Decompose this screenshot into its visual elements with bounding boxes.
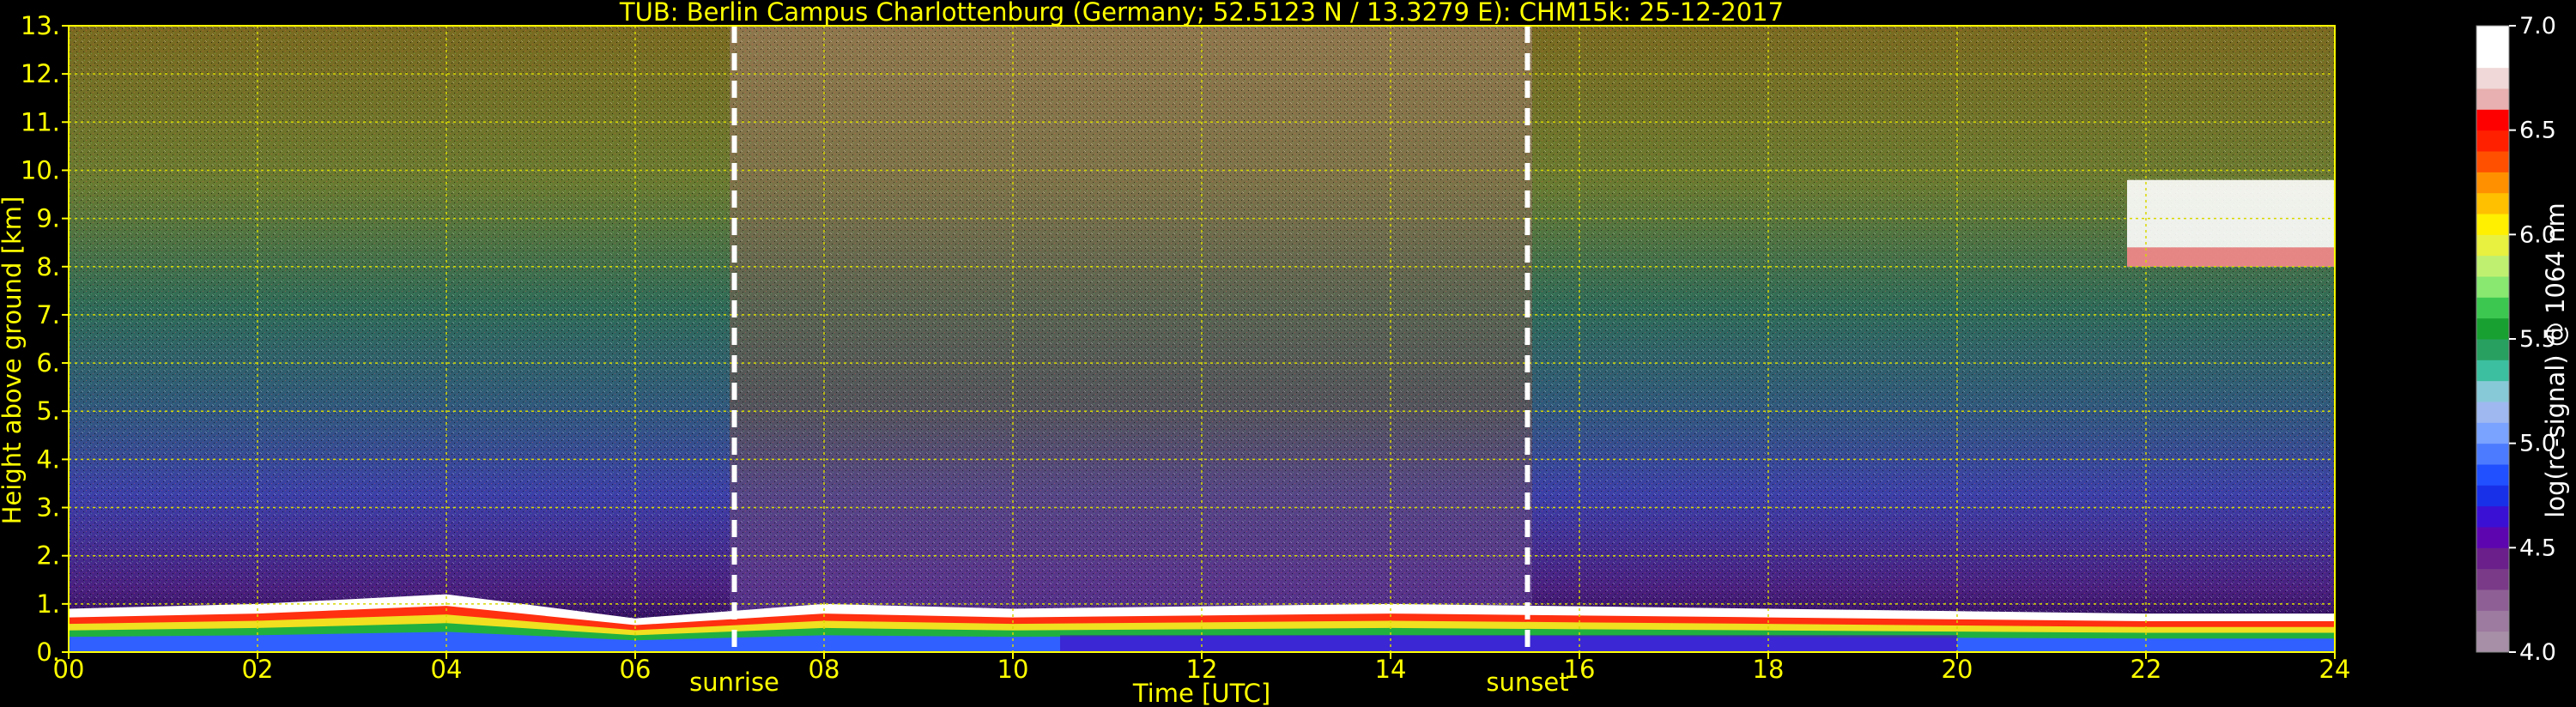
y-tick-label: 7. [36, 300, 60, 329]
colorbar-segment [2476, 527, 2509, 548]
colorbar-segment [2476, 255, 2509, 277]
colorbar-segment [2476, 360, 2509, 382]
x-tick-label: 20 [1942, 655, 1973, 684]
colorbar-segment [2476, 276, 2509, 298]
colorbar-segment [2476, 88, 2509, 110]
colorbar-segment [2476, 568, 2509, 590]
colorbar-segment [2476, 172, 2509, 194]
colorbar-segment [2476, 297, 2509, 319]
x-tick-label: 06 [620, 655, 652, 684]
colorbar-segment [2476, 339, 2509, 360]
y-tick-label: 4. [36, 444, 60, 474]
sunrise-label: sunrise [689, 668, 779, 697]
colorbar-segment [2476, 214, 2509, 235]
colorbar-segment [2476, 464, 2509, 486]
y-tick-label: 1. [36, 589, 60, 619]
y-tick-label: 11. [21, 107, 60, 136]
colorbar-tick-label: 4.5 [2519, 535, 2556, 561]
x-tick-label: 14 [1375, 655, 1407, 684]
colorbar-segment [2476, 192, 2509, 215]
y-tick-label: 12. [21, 59, 60, 88]
x-tick-label: 24 [2319, 655, 2351, 684]
colorbar-segment [2476, 485, 2509, 507]
colorbar-segment [2476, 547, 2509, 570]
x-tick-label: 04 [431, 655, 463, 684]
colorbar-tick-label: 4.0 [2519, 639, 2556, 666]
y-tick-label: 5. [36, 396, 60, 426]
colorbar-segment [2476, 109, 2509, 131]
colorbar-segment [2476, 610, 2509, 632]
colorbar-tick-label: 7.0 [2519, 13, 2556, 39]
colorbar-segment [2476, 589, 2509, 611]
colorbar-segment [2476, 402, 2509, 423]
colorbar-segment [2476, 46, 2509, 69]
colorbar-segment [2476, 234, 2509, 257]
y-tick-label: 9. [36, 204, 60, 233]
x-tick-label: 10 [997, 655, 1029, 684]
colorbar-segment [2476, 505, 2509, 528]
colorbar-segment [2476, 380, 2509, 402]
colorbar-segment [2476, 631, 2509, 653]
x-tick-label: 22 [2131, 655, 2162, 684]
chart-title: TUB: Berlin Campus Charlottenburg (Germa… [619, 0, 1784, 27]
x-axis-label: Time [UTC] [1132, 679, 1270, 707]
x-tick-label: 08 [809, 655, 840, 684]
y-tick-label: 0. [36, 638, 60, 667]
high-cloud-edge [2127, 247, 2335, 267]
colorbar-segment [2476, 151, 2509, 172]
x-tick-label: 02 [242, 655, 274, 684]
y-tick-label: 13. [21, 11, 60, 40]
colorbar-segment [2476, 443, 2509, 465]
sunset-label: sunset [1486, 668, 1568, 697]
y-tick-label: 3. [36, 493, 60, 523]
colorbar-segment [2476, 67, 2509, 89]
colorbar-segment [2476, 26, 2509, 47]
x-tick-label: 18 [1753, 655, 1785, 684]
y-tick-label: 8. [36, 252, 60, 281]
y-tick-label: 2. [36, 541, 60, 571]
colorbar-segment [2476, 422, 2509, 444]
y-tick-label: 10. [21, 155, 60, 184]
x-tick-label: 16 [1564, 655, 1596, 684]
colorbar-label: log(rc-signal) @ 1064 nm [2541, 202, 2570, 517]
colorbar-tick-label: 6.5 [2519, 118, 2556, 144]
colorbar-segment [2476, 130, 2509, 152]
y-axis-label: Height above ground [km] [0, 196, 27, 525]
y-tick-label: 6. [36, 348, 60, 378]
boundary-layer-core [1060, 635, 1957, 652]
colorbar-segment [2476, 317, 2509, 340]
lidar-chart: sunrise sunset 00 02 04 06 08 10 12 14 16 18 20 22 24… [0, 0, 2570, 707]
